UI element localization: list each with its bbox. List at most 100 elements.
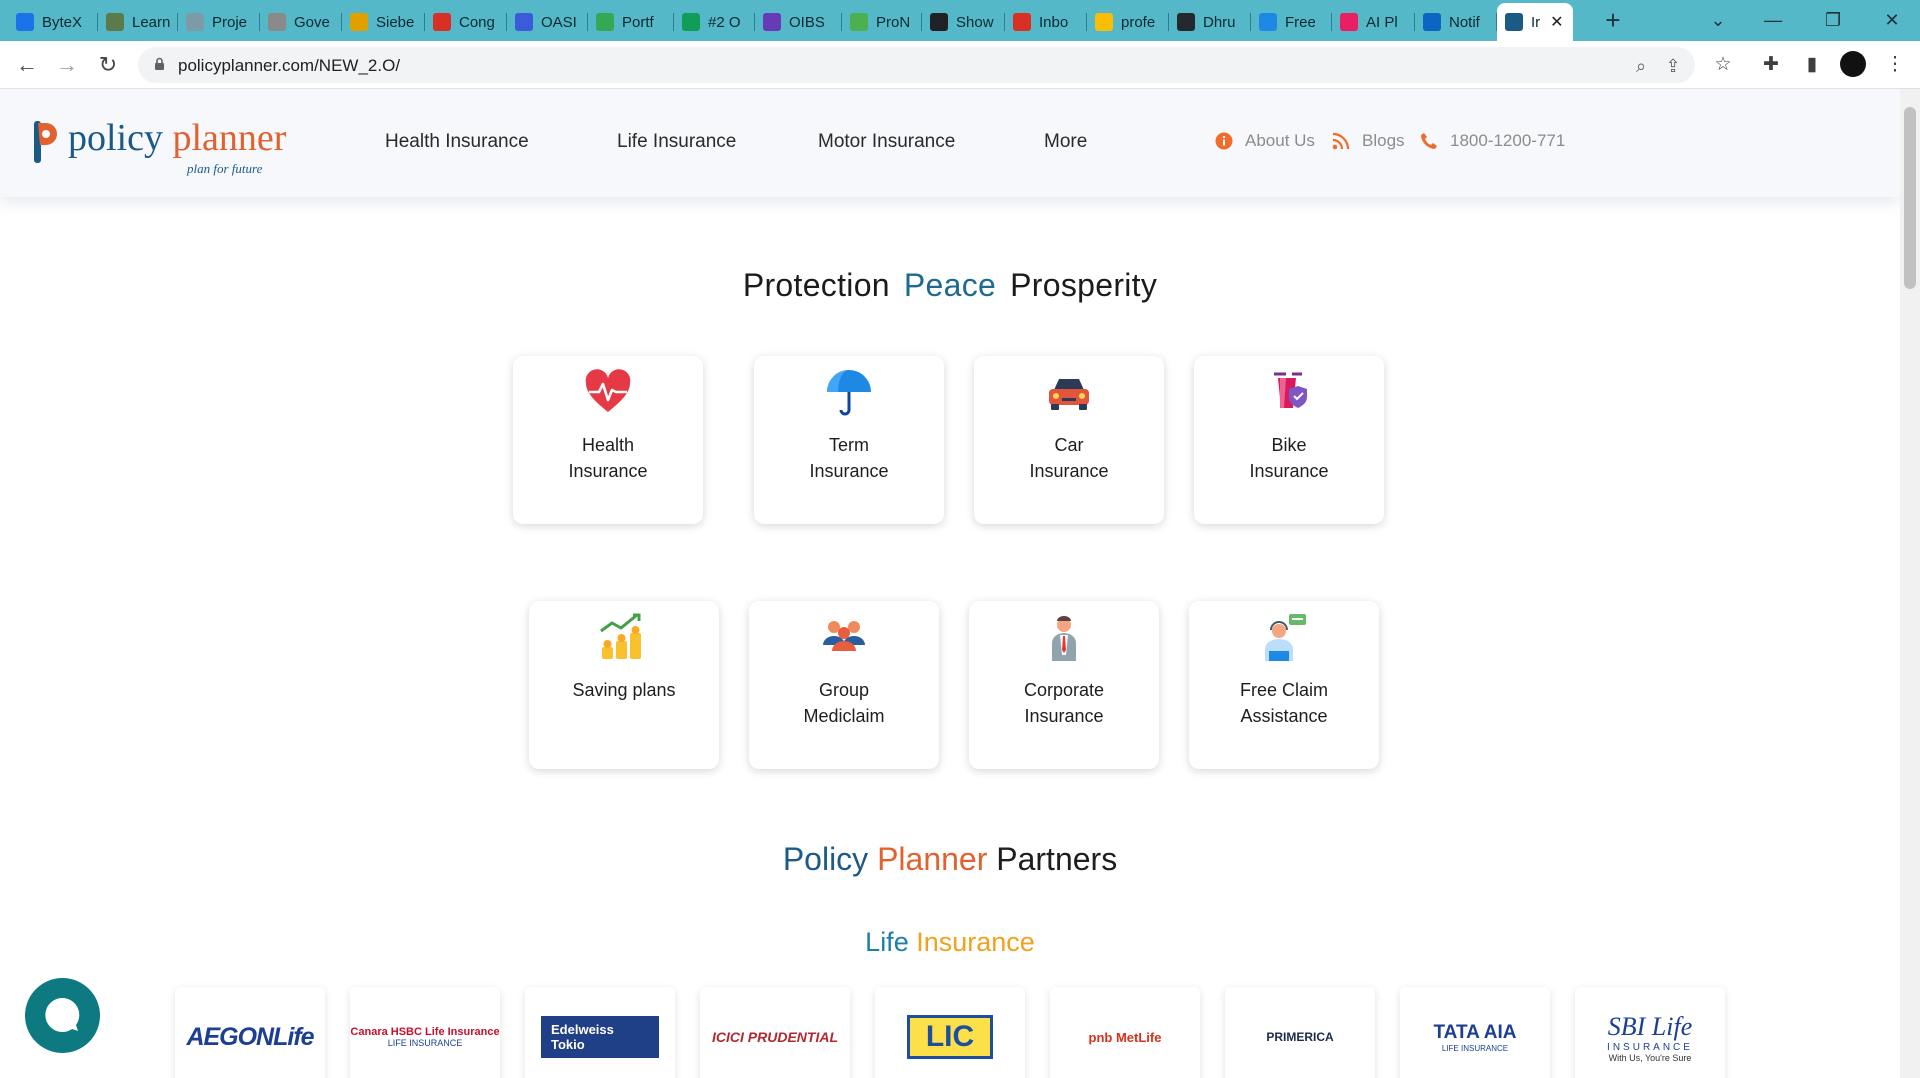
- tab-title: Gove: [294, 13, 330, 31]
- nav-motor-insurance[interactable]: Motor Insurance: [818, 131, 955, 153]
- browser-tab-strip: + ⌄ — ❐ ✕ ByteX Learn Proje Gove Siebe Cong OA…: [0, 0, 1920, 41]
- product-card-term[interactable]: Term Insurance: [754, 356, 944, 524]
- minimize-icon[interactable]: —: [1758, 6, 1788, 36]
- partner-canara-hsbc[interactable]: Canara HSBC Life Insurance LIFE INSURANC…: [350, 987, 500, 1078]
- browser-tab[interactable]: Notif: [1415, 4, 1497, 40]
- logo-wordmark: policy planner: [68, 117, 287, 159]
- tab-title: Ir: [1531, 13, 1541, 31]
- tab-favicon-icon: [763, 13, 781, 31]
- partner-aegon-life[interactable]: AEGONLife: [175, 987, 325, 1078]
- info-icon: [1215, 132, 1233, 150]
- side-panel-icon[interactable]: ▮: [1797, 50, 1827, 80]
- tab-title: ProN: [876, 13, 911, 31]
- support-agent-icon: [1265, 614, 1306, 661]
- logo-mark-icon: [34, 121, 57, 163]
- product-card-free-claim[interactable]: Free Claim Assistance: [1189, 601, 1379, 769]
- rss-icon: [1332, 132, 1350, 150]
- browser-tab[interactable]: Proje: [178, 4, 260, 40]
- tab-title: Notif: [1449, 13, 1480, 31]
- tab-title: profe: [1121, 13, 1156, 31]
- reload-icon[interactable]: ↻: [93, 50, 123, 80]
- partner-edelweiss-tokio[interactable]: Edelweiss Tokio: [525, 987, 675, 1078]
- scooter-shield-icon: [1274, 372, 1307, 408]
- browser-tab[interactable]: ByteX: [8, 4, 98, 40]
- page-scrollbar[interactable]: [1900, 89, 1920, 1078]
- extensions-icon[interactable]: ✚: [1756, 50, 1786, 80]
- site-logo[interactable]: policy planner plan for future: [32, 117, 287, 176]
- browser-tab[interactable]: #2 O: [674, 4, 755, 40]
- tab-favicon-icon: [1177, 13, 1195, 31]
- heart-pulse-icon: [585, 369, 631, 412]
- blogs-link[interactable]: Blogs: [1332, 131, 1405, 151]
- partner-primerica-logo: PRIMERICA: [1266, 1030, 1334, 1044]
- browser-tab[interactable]: Siebe: [342, 4, 425, 40]
- scrollbar-thumb[interactable]: [1904, 107, 1916, 289]
- nav-health-insurance[interactable]: Health Insurance: [385, 131, 529, 153]
- product-card-health[interactable]: Health Insurance: [513, 356, 703, 524]
- tab-favicon-icon: [596, 13, 614, 31]
- hero-tagline: Protection Peace Prosperity: [742, 267, 1158, 303]
- phone-icon: [1421, 133, 1437, 149]
- partner-tata-aia[interactable]: TATA AIA LIFE INSURANCE: [1400, 987, 1550, 1078]
- browser-tab[interactable]: Inbo: [1005, 4, 1087, 40]
- partner-icici-prudential[interactable]: ICICI PRUDENTIAL: [700, 987, 850, 1078]
- back-icon[interactable]: ←: [12, 50, 42, 80]
- product-card-saving-plans[interactable]: Saving plans: [529, 601, 719, 769]
- browser-tab[interactable]: ProN: [842, 4, 922, 40]
- tab-favicon-icon: [106, 13, 124, 31]
- browser-tab[interactable]: Gove: [260, 4, 342, 40]
- browser-tab[interactable]: OIBS: [755, 4, 842, 40]
- partner-sbi-life[interactable]: SBI Life INSURANCE With Us, You're Sure: [1575, 987, 1725, 1078]
- tab-favicon-icon: [16, 13, 34, 31]
- group-people-icon: [823, 621, 865, 651]
- browser-tab[interactable]: profe: [1087, 4, 1169, 40]
- phone-link[interactable]: 1800-1200-771: [1420, 131, 1565, 151]
- profile-avatar[interactable]: [1840, 51, 1866, 77]
- tab-favicon-icon: [515, 13, 533, 31]
- browser-tab[interactable]: Dhru: [1169, 4, 1251, 40]
- product-card-corporate[interactable]: Corporate Insurance: [969, 601, 1159, 769]
- product-card-group-mediclaim[interactable]: Group Mediclaim: [749, 601, 939, 769]
- browser-tab[interactable]: Learn: [98, 4, 178, 40]
- partner-lic[interactable]: LIC: [875, 987, 1025, 1078]
- partner-primerica[interactable]: PRIMERICA: [1225, 987, 1375, 1078]
- browser-tab[interactable]: AI Pl: [1332, 4, 1415, 40]
- partner-pnb-metlife[interactable]: pnb MetLife: [1050, 987, 1200, 1078]
- close-window-icon[interactable]: ✕: [1877, 6, 1907, 36]
- tab-title: OASI: [541, 13, 577, 31]
- forward-icon[interactable]: →: [52, 50, 82, 80]
- new-tab-button[interactable]: +: [1598, 6, 1628, 36]
- restore-icon[interactable]: ❐: [1818, 6, 1848, 36]
- bookmark-star-icon[interactable]: ☆: [1708, 50, 1738, 80]
- partners-heading: Policy Planner Partners: [782, 841, 1118, 877]
- about-us-link[interactable]: About Us: [1215, 131, 1315, 151]
- page-viewport: policy planner plan for future Health In…: [0, 89, 1920, 1078]
- product-card-car[interactable]: Car Insurance: [974, 356, 1164, 524]
- browser-tab[interactable]: OASI: [507, 4, 588, 40]
- browser-menu-icon[interactable]: ⋮: [1880, 50, 1910, 80]
- tab-close-icon[interactable]: ✕: [1550, 12, 1563, 32]
- chat-bubble-icon: [45, 997, 80, 1032]
- browser-tab[interactable]: Ir ✕: [1497, 3, 1573, 41]
- tab-title: AI Pl: [1366, 13, 1398, 31]
- tab-title: Proje: [212, 13, 248, 31]
- partner-lic-logo: LIC: [906, 1015, 994, 1059]
- tab-title: Siebe: [376, 13, 415, 31]
- share-icon[interactable]: ⇪: [1662, 56, 1684, 78]
- chat-widget-button[interactable]: [25, 978, 100, 1053]
- tab-favicon-icon: [1013, 13, 1031, 31]
- browser-tab[interactable]: Cong: [425, 4, 507, 40]
- tab-search-icon[interactable]: ⌄: [1703, 6, 1733, 36]
- browser-tab[interactable]: Show: [922, 4, 1005, 40]
- browser-tab[interactable]: Portf: [588, 4, 674, 40]
- site-header: policy planner plan for future Health In…: [0, 89, 1900, 197]
- browser-tab[interactable]: Free: [1251, 4, 1332, 40]
- product-card-bike[interactable]: Bike Insurance: [1194, 356, 1384, 524]
- zoom-icon[interactable]: ⌕: [1630, 56, 1652, 78]
- address-bar[interactable]: policyplanner.com/NEW_2.O/ ⌕ ⇪: [138, 47, 1695, 83]
- tab-favicon-icon: [350, 13, 368, 31]
- nav-life-insurance[interactable]: Life Insurance: [617, 131, 736, 153]
- url-text: policyplanner.com/NEW_2.O/: [178, 56, 401, 75]
- tab-favicon-icon: [1340, 13, 1358, 31]
- nav-more[interactable]: More: [1044, 131, 1087, 153]
